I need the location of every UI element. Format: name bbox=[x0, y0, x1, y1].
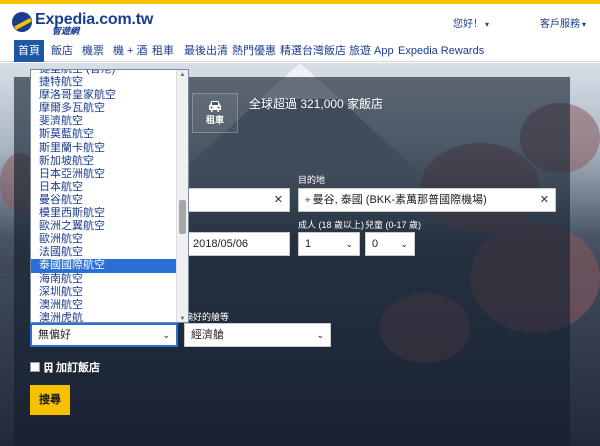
nav-home[interactable]: 首頁 bbox=[14, 40, 44, 62]
close-icon[interactable]: ✕ bbox=[540, 189, 549, 211]
support-menu[interactable]: 客戶服務 ▾ bbox=[540, 15, 586, 30]
airline-option[interactable]: 海南航空 bbox=[31, 273, 188, 286]
nav-taiwan-hotels[interactable]: 精選台灣飯店 bbox=[276, 40, 350, 62]
scroll-down-icon[interactable]: ▼ bbox=[179, 315, 186, 322]
airline-option[interactable]: 澳洲虎航 bbox=[31, 312, 188, 322]
search-button[interactable]: 搜尋 bbox=[30, 385, 70, 415]
nav-deals[interactable]: 熱門優惠 bbox=[228, 40, 280, 62]
destination-input[interactable]: ⌖ 曼谷, 泰國 (BKK-素萬那普國際機場) ✕ bbox=[298, 188, 556, 212]
airline-option[interactable]: 深圳航空 bbox=[31, 286, 188, 299]
destination-label: 目的地 bbox=[298, 175, 326, 185]
tab-cars-label: 租車 bbox=[205, 115, 224, 125]
add-hotel-option[interactable]: 加訂飯店 bbox=[30, 359, 100, 375]
cabin-select[interactable]: 經濟艙 ⌄ bbox=[184, 323, 331, 347]
airline-option[interactable]: 捷星航空 (香港) bbox=[31, 70, 188, 76]
chevron-down-icon: ⌄ bbox=[345, 239, 353, 249]
airline-option[interactable]: 日本航空 bbox=[31, 181, 188, 194]
nav-flight-hotel[interactable]: 機 + 酒 bbox=[109, 40, 152, 62]
nav-flights[interactable]: 機票 bbox=[78, 40, 108, 62]
chevron-down-icon: ▾ bbox=[582, 20, 587, 29]
airline-options: 捷星航空 (香港) 捷特航空 摩洛哥皇家航空 摩爾多瓦航空 斐濟航空 斯莫藍航空 斯里蘭卡航… bbox=[31, 70, 188, 322]
depart-date-value: 2018/05/06 bbox=[193, 238, 249, 250]
close-icon[interactable]: ✕ bbox=[274, 189, 283, 211]
cabin-value: 經濟艙 bbox=[191, 329, 224, 341]
nav-rewards[interactable]: Expedia Rewards bbox=[394, 40, 488, 62]
nav-cars[interactable]: 租車 bbox=[148, 40, 178, 62]
adults-value: 1 bbox=[305, 238, 312, 250]
nav-app[interactable]: 旅遊 App bbox=[345, 40, 398, 62]
adults-label: 成人 (18 歲以上) bbox=[298, 220, 365, 230]
tab-cars[interactable]: 租車 bbox=[192, 93, 238, 133]
airline-select[interactable]: 無偏好 ⌄ bbox=[30, 323, 178, 347]
chevron-down-icon: ⌄ bbox=[162, 330, 170, 340]
scrollbar-thumb[interactable] bbox=[179, 200, 186, 234]
chevron-down-icon: ⌄ bbox=[400, 239, 408, 249]
airline-option[interactable]: 模里西斯航空 bbox=[31, 207, 188, 220]
children-label: 兒童 (0-17 歲) bbox=[365, 220, 422, 230]
globe-icon bbox=[12, 12, 32, 32]
airline-select-value: 無偏好 bbox=[38, 329, 71, 341]
main-nav: 首頁 飯店 機票 機 + 酒 租車 最後出清 熱門優惠 精選台灣飯店 旅遊 Ap… bbox=[0, 40, 600, 62]
chevron-down-icon: ▾ bbox=[485, 20, 490, 29]
cabin-label: 偏好的艙等 bbox=[184, 312, 230, 322]
airline-option[interactable]: 斯莫藍航空 bbox=[31, 128, 188, 141]
chevron-down-icon: ⌄ bbox=[316, 330, 324, 340]
depart-date-input[interactable]: 2018/05/06 bbox=[186, 232, 290, 256]
hotel-count-headline: 全球超過 321,000 家飯店 bbox=[249, 97, 384, 111]
children-select[interactable]: 0 ⌄ bbox=[365, 232, 415, 256]
airline-option[interactable]: 斐濟航空 bbox=[31, 115, 188, 128]
greeting-label: 您好！ bbox=[453, 19, 483, 30]
destination-value: 曼谷, 泰國 (BKK-素萬那普國際機場) bbox=[312, 194, 487, 206]
airline-option[interactable]: 法國航空 bbox=[31, 246, 188, 259]
airline-option[interactable]: 新加坡航空 bbox=[31, 155, 188, 168]
airline-option[interactable]: 摩爾多瓦航空 bbox=[31, 102, 188, 115]
nav-hotels[interactable]: 飯店 bbox=[47, 40, 77, 62]
airline-option[interactable]: 曼谷航空 bbox=[31, 194, 188, 207]
support-label: 客戶服務 bbox=[540, 19, 580, 30]
adults-select[interactable]: 1 ⌄ bbox=[298, 232, 360, 256]
airline-option[interactable]: 日本亞洲航空 bbox=[31, 168, 188, 181]
airline-option[interactable]: 歐洲之翼航空 bbox=[31, 220, 188, 233]
site-header: Expedia.com.tw 智遊網 您好！ ▾ 客戶服務 ▾ bbox=[0, 4, 600, 40]
add-hotel-checkbox[interactable] bbox=[30, 362, 40, 372]
children-value: 0 bbox=[372, 238, 379, 250]
airline-option[interactable]: 斯里蘭卡航空 bbox=[31, 142, 188, 155]
airline-option[interactable]: 澳洲航空 bbox=[31, 299, 188, 312]
scroll-up-icon[interactable]: ▲ bbox=[179, 71, 186, 79]
greeting-menu[interactable]: 您好！ ▾ bbox=[453, 15, 489, 30]
map-pin-icon: ⌖ bbox=[305, 195, 311, 206]
dropdown-scrollbar[interactable]: ▲ ▼ bbox=[176, 70, 188, 322]
car-icon bbox=[209, 101, 221, 112]
add-hotel-label: 加訂飯店 bbox=[56, 362, 100, 374]
logo-subtitle: 智遊網 bbox=[52, 26, 80, 36]
expedia-logo[interactable]: Expedia.com.tw bbox=[12, 10, 153, 38]
nav-last-minute[interactable]: 最後出清 bbox=[180, 40, 232, 62]
airline-dropdown-list: 捷星航空 (香港) 捷特航空 摩洛哥皇家航空 摩爾多瓦航空 斐濟航空 斯莫藍航空 斯里蘭卡航… bbox=[30, 69, 189, 323]
airline-option[interactable]: 歐洲航空 bbox=[31, 233, 188, 246]
airline-option[interactable]: 摩洛哥皇家航空 bbox=[31, 89, 188, 102]
airline-option[interactable]: 泰國國際航空 bbox=[31, 259, 188, 273]
hotel-icon bbox=[44, 362, 53, 373]
origin-input[interactable]: ✕ bbox=[186, 188, 290, 212]
airline-option[interactable]: 捷特航空 bbox=[31, 76, 188, 89]
